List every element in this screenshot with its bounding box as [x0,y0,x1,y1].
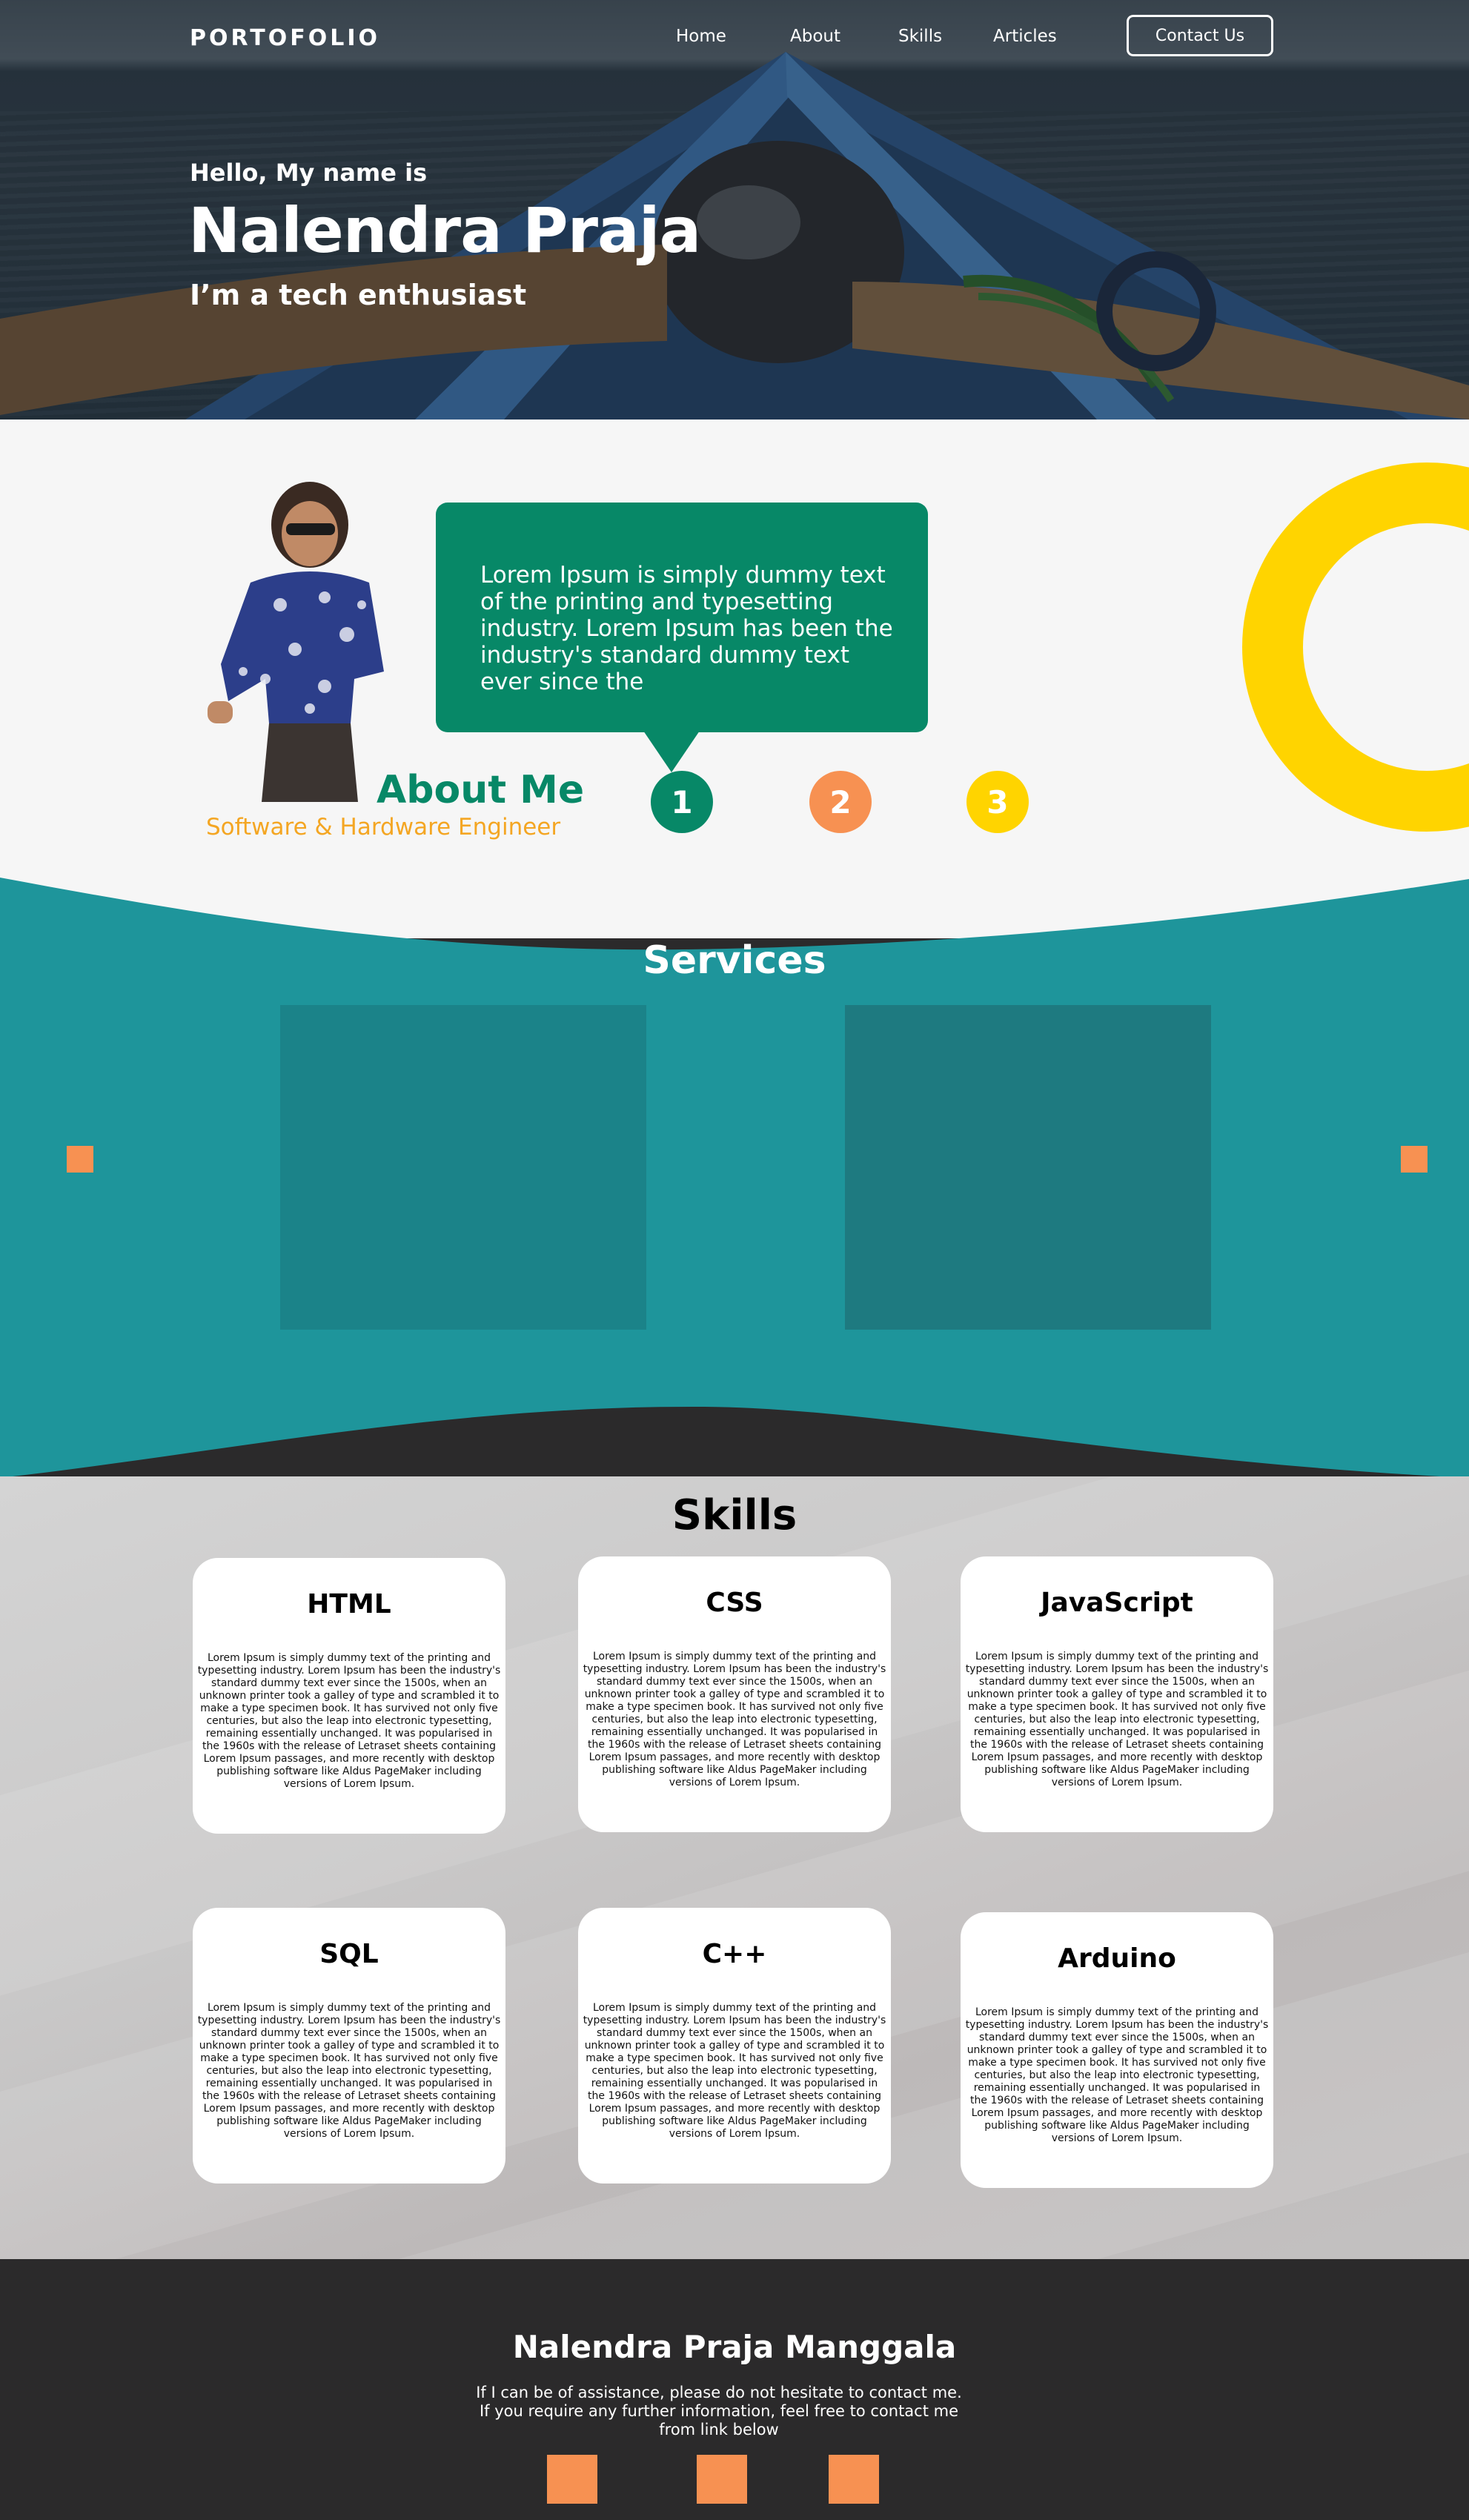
nav-skills[interactable]: Skills [898,27,942,46]
footer-text: If I can be of assistance, please do not… [476,2384,962,2438]
skill-description: Lorem Ipsum is simply dummy text of the … [197,2002,501,2140]
services-prev-arrow[interactable] [67,1146,93,1173]
service-card-1[interactable] [280,1005,646,1330]
hero-section: PORTOFOLIO Home About Skills Articles Co… [0,0,1469,420]
about-subtitle: Software & Hardware Engineer [206,814,561,840]
slide-dot-1[interactable]: 1 [651,771,713,833]
nav-articles[interactable]: Articles [993,27,1057,46]
skill-card-arduino[interactable]: Arduino Lorem Ipsum is simply dummy text… [961,1912,1273,2188]
skill-description: Lorem Ipsum is simply dummy text of the … [965,2006,1269,2144]
about-title: About Me [377,768,585,812]
contact-us-button[interactable]: Contact Us [1127,15,1273,56]
hero-name: Nalendra Praja [188,194,701,267]
slide-dot-3[interactable]: 3 [966,771,1029,833]
service-card-2[interactable] [845,1005,1211,1330]
skills-section: Skills HTML Lorem Ipsum is simply dummy … [0,1476,1469,2259]
slide-dot-2[interactable]: 2 [809,771,872,833]
skills-title: Skills [672,1491,797,1539]
skill-name: Arduino [1058,1943,1176,1974]
skill-description: Lorem Ipsum is simply dummy text of the … [583,2002,886,2140]
about-section: Lorem Ipsum is simply dummy text of the … [0,420,1469,938]
footer-name: Nalendra Praja Manggala [512,2329,957,2365]
hero-tagline: I’m a tech enthusiast [190,279,527,311]
nav-about[interactable]: About [790,27,840,46]
skill-card-sql[interactable]: SQL Lorem Ipsum is simply dummy text of … [193,1908,505,2184]
bubble-tail [643,731,700,772]
about-bubble-text: Lorem Ipsum is simply dummy text of the … [480,562,893,695]
hero-greeting: Hello, My name is [190,159,428,187]
skill-name: C++ [702,1939,767,1969]
services-section: Services [0,867,1469,1490]
skill-card-cpp[interactable]: C++ Lorem Ipsum is simply dummy text of … [578,1908,891,2184]
social-link-3[interactable] [829,2455,879,2504]
services-next-arrow[interactable] [1401,1146,1427,1173]
footer-section: Nalendra Praja Manggala If I can be of a… [0,2259,1469,2520]
decorative-ring [1242,462,1469,832]
skill-card-javascript[interactable]: JavaScript Lorem Ipsum is simply dummy t… [961,1556,1273,1832]
skill-name: JavaScript [1041,1588,1193,1618]
skill-card-html[interactable]: HTML Lorem Ipsum is simply dummy text of… [193,1558,505,1834]
skill-description: Lorem Ipsum is simply dummy text of the … [197,1652,501,1790]
skill-description: Lorem Ipsum is simply dummy text of the … [965,1651,1269,1788]
skill-description: Lorem Ipsum is simply dummy text of the … [583,1651,886,1788]
brand-logo[interactable]: PORTOFOLIO [190,25,380,51]
about-bubble: Lorem Ipsum is simply dummy text of the … [436,503,928,732]
profile-photo [208,482,384,802]
nav-home[interactable]: Home [676,27,726,46]
skill-name: HTML [307,1589,391,1619]
social-link-2[interactable] [697,2455,747,2504]
skill-name: SQL [319,1939,379,1969]
skill-card-css[interactable]: CSS Lorem Ipsum is simply dummy text of … [578,1556,891,1832]
skill-name: CSS [706,1588,763,1618]
social-link-1[interactable] [547,2455,597,2504]
services-title: Services [643,938,826,983]
